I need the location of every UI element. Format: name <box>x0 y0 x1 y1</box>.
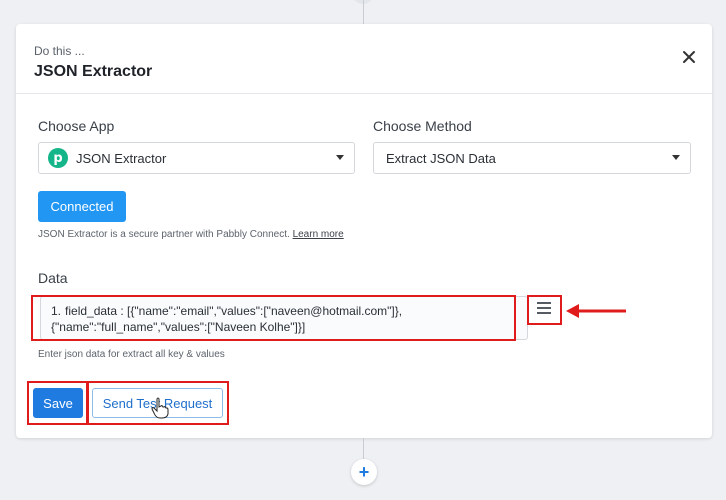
plus-icon[interactable]: + <box>351 459 377 485</box>
choose-method-select[interactable]: Extract JSON Data <box>373 142 691 174</box>
chevron-down-icon <box>336 155 344 160</box>
data-helper-text: Enter json data for extract all key & va… <box>38 349 225 360</box>
learn-more-link[interactable]: Learn more <box>293 229 344 240</box>
json-extractor-logo-icon: p <box>48 148 68 168</box>
chevron-down-icon <box>672 155 680 160</box>
bottom-connector-line <box>363 438 364 460</box>
arrow-icon <box>566 304 626 318</box>
data-line-2: {"name":"full_name","values":["Naveen Ko… <box>51 320 306 334</box>
choose-app-select[interactable]: p JSON Extractor <box>38 142 355 174</box>
card-header: Do this ... JSON Extractor <box>16 24 712 94</box>
menu-icon[interactable] <box>532 296 556 320</box>
choose-app-value: JSON Extractor <box>76 150 167 166</box>
save-button[interactable]: Save <box>33 388 83 418</box>
choose-method-label: Choose Method <box>373 118 472 134</box>
close-icon[interactable] <box>682 50 696 64</box>
data-line-1: field_data : [{"name":"email","values":[… <box>65 304 403 318</box>
hand-cursor-icon <box>151 397 169 419</box>
card-kicker: Do this ... <box>34 44 85 58</box>
partner-note: JSON Extractor is a secure partner with … <box>38 229 344 240</box>
connected-button[interactable]: Connected <box>38 191 126 222</box>
data-row-index: 1. <box>51 304 62 318</box>
choose-app-label: Choose App <box>38 118 115 134</box>
card-title: JSON Extractor <box>34 63 153 80</box>
data-label: Data <box>38 270 68 286</box>
top-connector-line <box>363 0 364 24</box>
choose-method-value: Extract JSON Data <box>386 150 496 166</box>
data-input[interactable]: 1. field_data : [{"name":"email","values"… <box>40 296 528 340</box>
action-card: Do this ... JSON Extractor Choose App p … <box>16 24 712 438</box>
